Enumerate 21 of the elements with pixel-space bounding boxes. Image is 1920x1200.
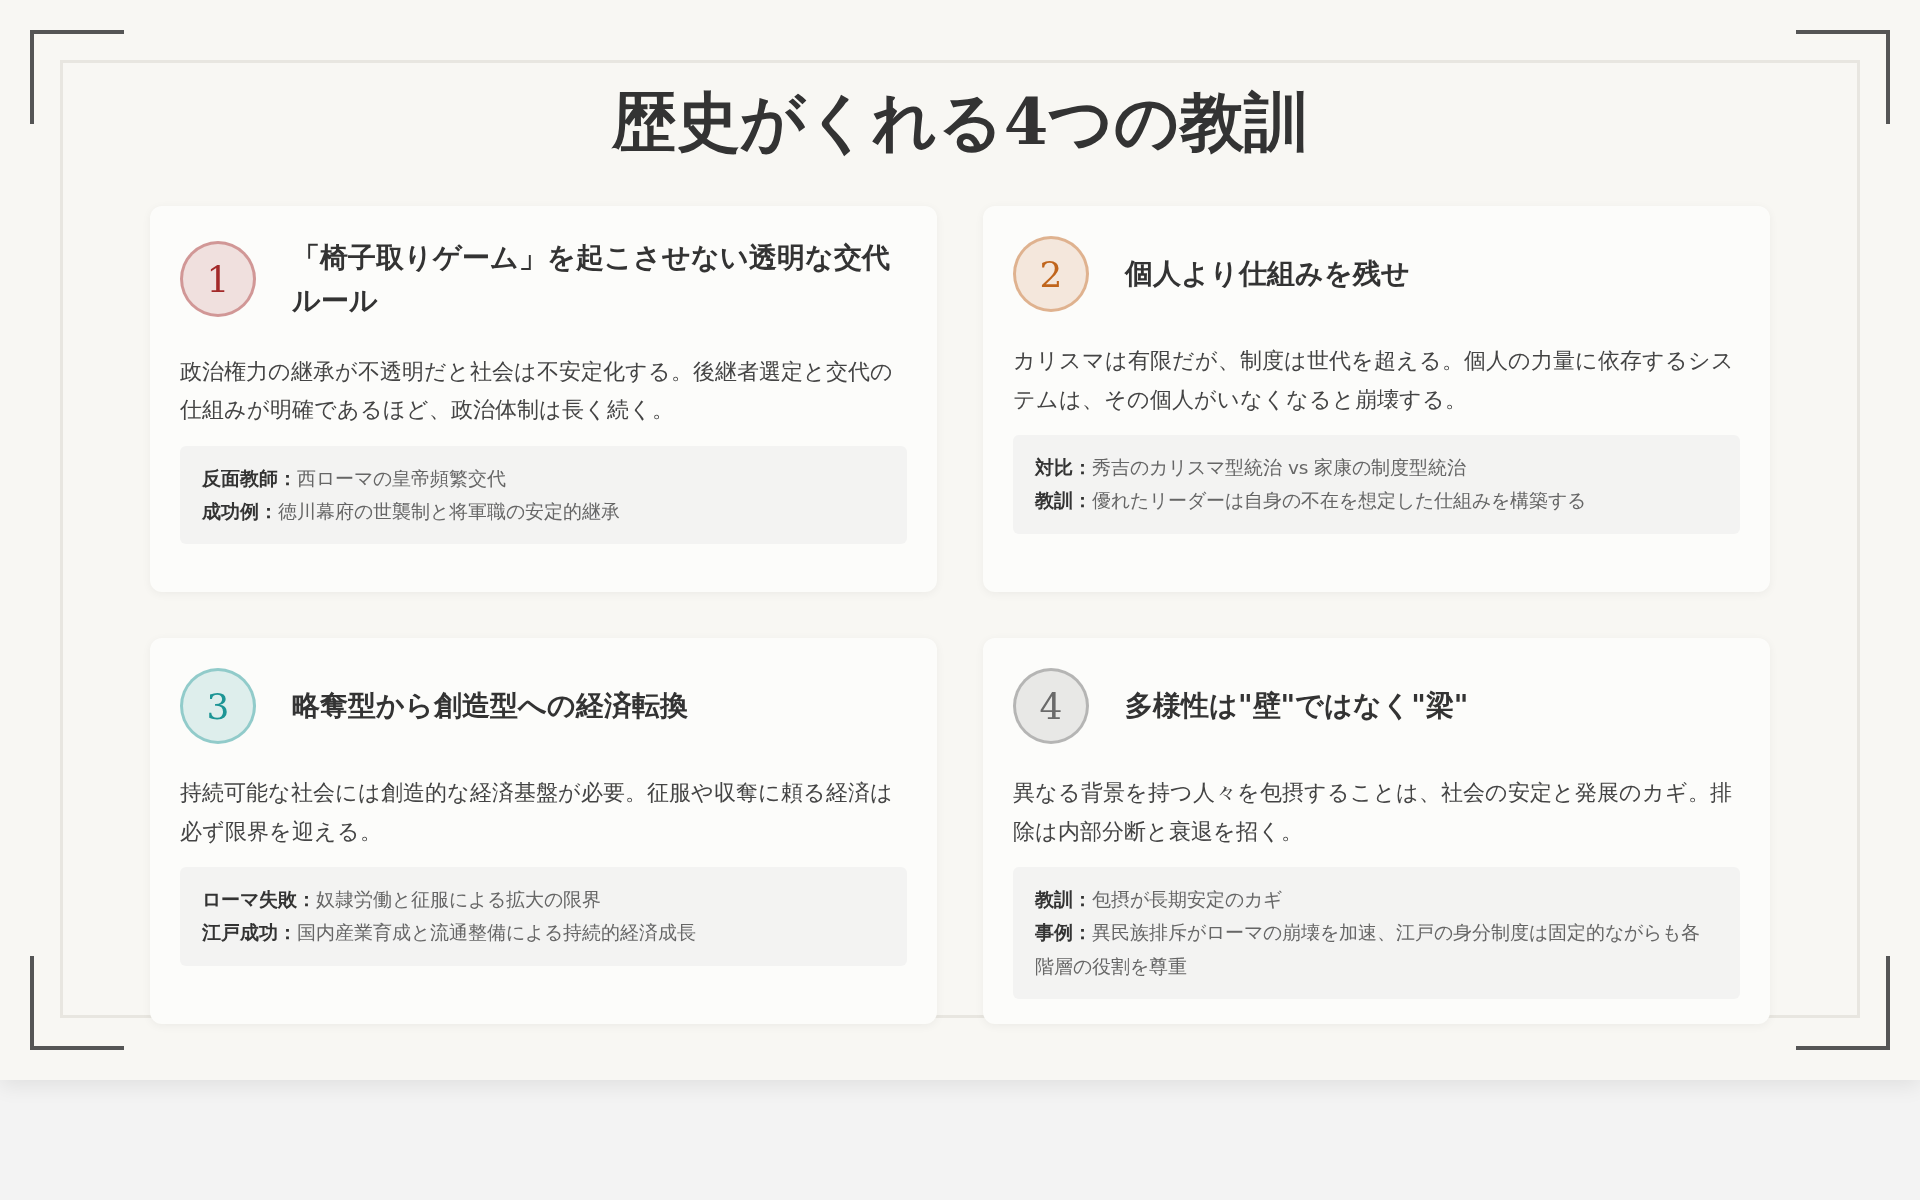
number-circle: 2 [1013,236,1089,312]
note-line: 教訓：包摂が長期安定のカギ [1035,888,1283,912]
note-line: 教訓：優れたリーダーは自身の不在を想定した仕組みを構築する [1035,489,1587,514]
lesson-heading: 略奪型から創造型への経済転換 [292,688,688,725]
note-line: 成功例：徳川幕府の世襲制と将軍職の安定的継承 [202,500,621,525]
number-circle: 4 [1013,668,1089,744]
note-line: 対比：秀吉のカリスマ型統治 vs 家康の制度型統治 [1035,456,1468,480]
slide-title: 歴史がくれる4つの教訓 [611,83,1309,161]
lesson-heading: 個人より仕組みを残せ [1125,256,1410,293]
lesson-heading: 多様性は"壁"ではなく"梁" [1125,688,1469,725]
lesson-text: 異なる背景を持つ人々を包摂することは、社会の安定と発展のカギ。排除は内部分断と衰退を招く。 [1013,779,1733,846]
lesson-heading: 「椅子取りゲーム」を起こさせない透明な交代ルール [292,240,891,320]
number-circle: 3 [180,668,256,744]
note-line: 江戸成功：国内産業育成と流通整備による持続的経済成長 [202,921,697,946]
note-line: ローマ失敗：奴隷労働と征服による拡大の限界 [202,888,602,912]
number-circle: 1 [180,241,256,318]
lesson-text: カリスマは有限だが、制度は世代を超える。個人の力量に依存するシステムは、その個人がいなくなると崩壊する。 [1013,347,1735,414]
lesson-text: 持続可能な社会には創造的な経済基盤が必要。征服や収奪に頼る経済は必ず限界を迎える。 [180,779,894,846]
note-line: 反面教師：西ローマの皇帝頻繁交代 [202,466,507,491]
note-line: 事例：異民族排斥がローマの崩壊を加速、江戸の身分制度は固定的ながらも各階層の役割を尊重 [1035,921,1701,979]
lesson-text: 政治権力の継承が不透明だと社会は不安定化する。後継者選定と交代の仕組みが明確であるほど、政治体制は長く続く。 [180,357,894,425]
